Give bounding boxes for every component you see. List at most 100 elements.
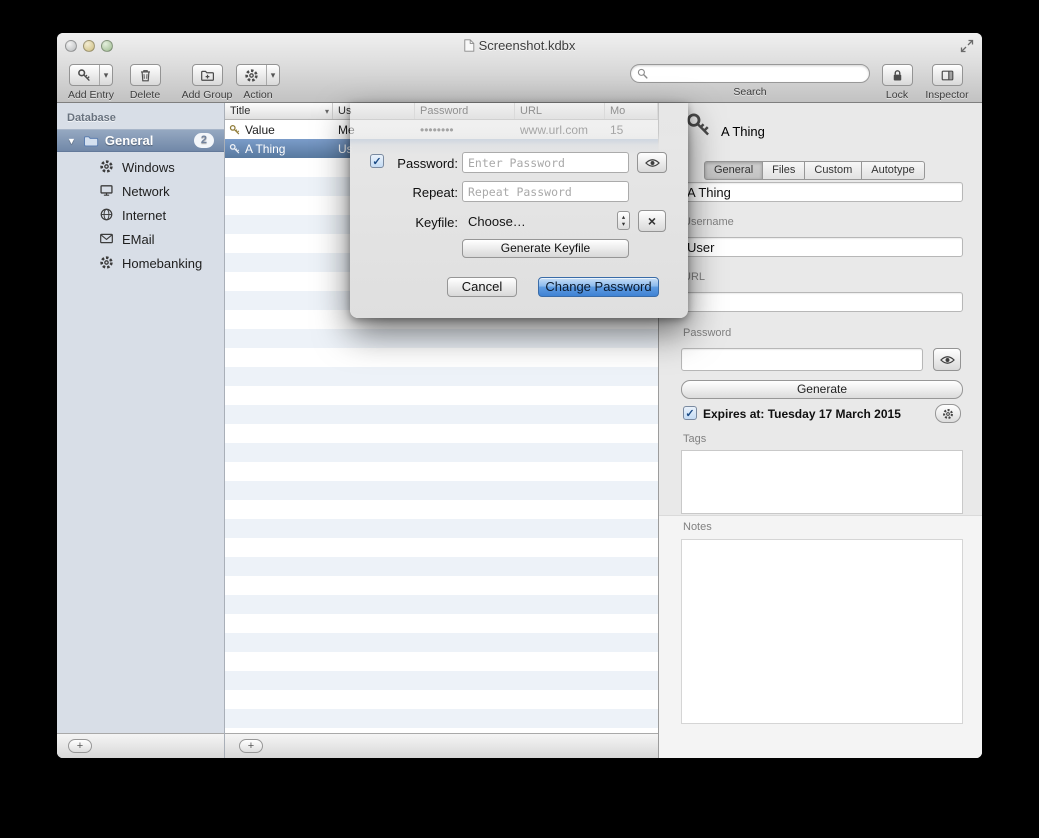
sort-arrow-icon: ▾ <box>325 104 329 119</box>
password-field[interactable] <box>681 348 923 371</box>
gear-icon <box>942 408 954 420</box>
action-label: Action <box>243 89 272 101</box>
search-label: Search <box>733 86 766 98</box>
sidebar-bottom-bar: + <box>57 733 224 758</box>
checkmark-icon: ✓ <box>372 155 381 168</box>
username-label: Username <box>683 216 734 228</box>
key-icon <box>685 111 713 139</box>
entry-title: A Thing <box>245 142 285 156</box>
clear-keyfile-button[interactable]: × <box>638 210 666 232</box>
expires-checkbox[interactable]: ✓ <box>683 406 697 420</box>
folder-plus-icon <box>200 68 215 83</box>
window-chrome: Screenshot.kdbx ▾ Add Entry Delete <box>57 33 982 103</box>
chevron-down-icon[interactable]: ▾ <box>99 65 113 85</box>
close-x-icon: × <box>648 213 656 229</box>
folder-icon <box>83 133 99 149</box>
stepper-up-icon: ▴ <box>622 214 625 221</box>
search-input[interactable] <box>652 66 863 81</box>
add-group-label: Add Group <box>182 89 233 101</box>
keyfile-stepper[interactable]: ▴ ▾ <box>617 211 630 230</box>
sidebar: Database ▼ General 2 Windows Network <box>57 103 225 758</box>
reveal-password-button[interactable] <box>637 152 667 173</box>
sidebar-item-label: Network <box>122 184 170 199</box>
key-icon <box>229 124 241 136</box>
change-password-button[interactable]: Change Password <box>538 277 659 297</box>
sheet-repeat-label: Repeat: <box>388 185 458 200</box>
change-password-sheet: ✓ Password: Repeat: Keyfile: Choose… ▴ ▾… <box>350 103 688 318</box>
key-icon <box>77 68 92 83</box>
network-icon <box>99 183 114 198</box>
lock-label: Lock <box>886 89 908 101</box>
inspector-panel: A Thing General Files Custom Autotype Us… <box>658 103 982 758</box>
fullscreen-icon[interactable] <box>960 39 974 53</box>
sheet-password-input[interactable] <box>462 152 629 173</box>
tags-label: Tags <box>683 433 706 445</box>
search-icon <box>637 68 648 79</box>
checkmark-icon: ✓ <box>685 407 694 420</box>
internet-globe-icon <box>99 207 114 222</box>
disclosure-triangle-icon[interactable]: ▼ <box>67 136 76 146</box>
tab-autotype[interactable]: Autotype <box>862 161 924 180</box>
entry-title: Value <box>245 123 275 137</box>
sidebar-item-label: EMail <box>122 232 155 247</box>
chevron-down-icon[interactable]: ▾ <box>266 65 280 85</box>
expires-settings-button[interactable] <box>935 404 961 423</box>
sidebar-item-internet[interactable]: Internet <box>57 203 224 227</box>
document-icon <box>464 39 475 52</box>
email-envelope-icon <box>99 231 114 246</box>
notes-input[interactable] <box>681 539 963 724</box>
expires-label: Expires at: Tuesday 17 March 2015 <box>703 407 901 421</box>
sheet-password-label: Password: <box>388 156 458 171</box>
sidebar-item-email[interactable]: EMail <box>57 227 224 251</box>
add-group-plus-button[interactable]: + <box>68 739 92 753</box>
trash-icon <box>138 68 153 83</box>
password-checkbox[interactable]: ✓ <box>370 154 384 168</box>
tab-custom[interactable]: Custom <box>805 161 862 180</box>
tags-input[interactable] <box>681 450 963 514</box>
inspector-entry-title: A Thing <box>721 124 765 139</box>
add-group-button[interactable] <box>192 64 223 86</box>
add-entry-button[interactable]: ▾ <box>69 64 114 86</box>
reveal-password-button[interactable] <box>933 348 961 371</box>
eye-icon <box>940 355 955 365</box>
entry-list-bottom-bar: + <box>225 733 658 758</box>
sidebar-header: Database <box>67 112 116 124</box>
sidebar-item-homebanking[interactable]: Homebanking <box>57 251 224 275</box>
desktop-background: Screenshot.kdbx ▾ Add Entry Delete <box>0 0 1039 838</box>
username-field[interactable] <box>681 237 963 257</box>
sidebar-item-network[interactable]: Network <box>57 179 224 203</box>
sidebar-item-label: Windows <box>122 160 175 175</box>
window-title: Screenshot.kdbx <box>57 38 982 53</box>
keyfile-popup-value[interactable]: Choose… <box>468 214 526 229</box>
add-entry-plus-button[interactable]: + <box>239 739 263 753</box>
eye-icon <box>645 158 660 168</box>
sidebar-item-label: Homebanking <box>122 256 202 271</box>
stepper-down-icon: ▾ <box>622 221 625 228</box>
sidebar-group-general[interactable]: ▼ General 2 <box>57 129 224 152</box>
entry-count-badge: 2 <box>194 133 214 148</box>
search-field[interactable] <box>630 64 870 83</box>
inspector-tabs: General Files Custom Autotype <box>704 161 925 180</box>
tab-general[interactable]: General <box>704 161 763 180</box>
url-field[interactable] <box>681 292 963 312</box>
tab-files[interactable]: Files <box>763 161 805 180</box>
delete-label: Delete <box>130 89 160 101</box>
notes-label: Notes <box>683 521 712 533</box>
password-label: Password <box>683 327 731 339</box>
delete-button[interactable] <box>130 64 161 86</box>
sidebar-item-windows[interactable]: Windows <box>57 155 224 179</box>
cancel-button[interactable]: Cancel <box>447 277 517 297</box>
title-field[interactable] <box>681 182 963 202</box>
window-title-text: Screenshot.kdbx <box>479 38 576 53</box>
lock-button[interactable] <box>882 64 913 86</box>
column-header-title[interactable]: Title▾ <box>225 103 333 119</box>
sidebar-group-label: General <box>105 133 153 148</box>
add-entry-label: Add Entry <box>68 89 114 101</box>
sheet-repeat-input[interactable] <box>462 181 629 202</box>
action-button[interactable]: ▾ <box>236 64 281 86</box>
sheet-keyfile-label: Keyfile: <box>388 215 458 230</box>
generate-password-button[interactable]: Generate <box>681 380 963 399</box>
inspector-button[interactable] <box>932 64 963 86</box>
key-icon <box>229 143 241 155</box>
generate-keyfile-button[interactable]: Generate Keyfile <box>462 239 629 258</box>
